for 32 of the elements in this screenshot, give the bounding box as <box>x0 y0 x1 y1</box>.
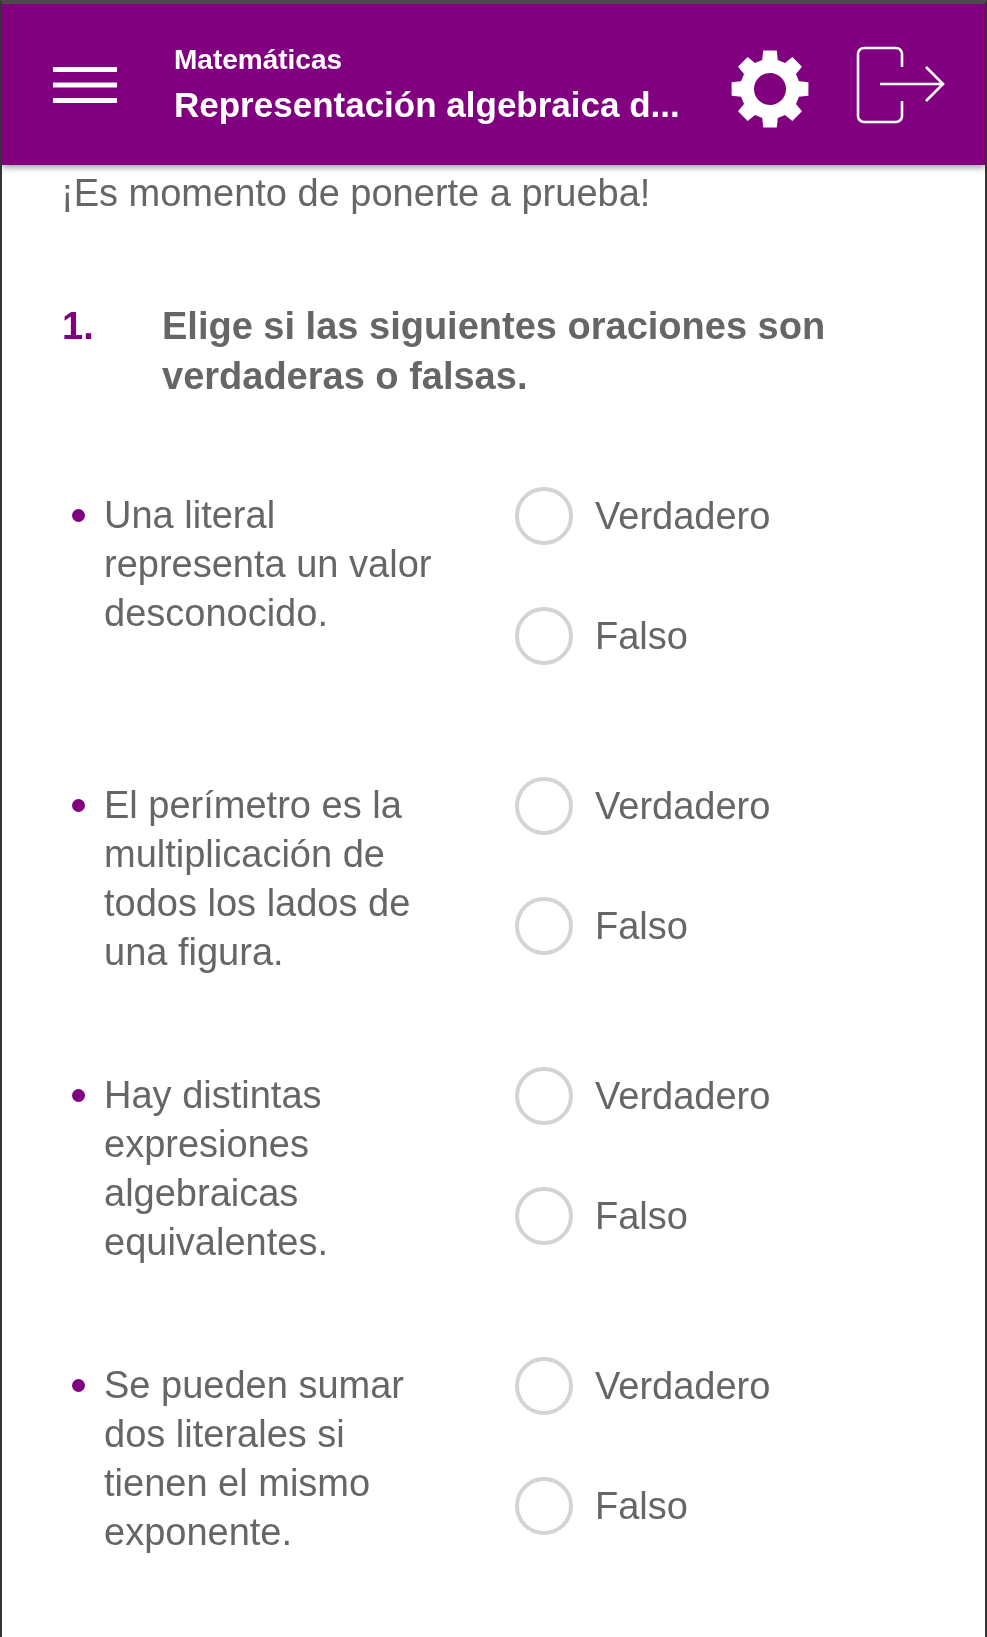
bullet-icon <box>72 799 85 812</box>
option-label[interactable]: Verdadero <box>595 487 771 545</box>
radio-button[interactable] <box>515 487 573 545</box>
bullet-icon <box>72 1379 85 1392</box>
question-text: Elige si las siguientes oraciones son verdaderas o falsas. <box>162 304 827 399</box>
menu-icon[interactable] <box>53 66 117 103</box>
radio-button[interactable] <box>515 897 573 955</box>
statement-text: El perímetro es la multiplicación de todos los lados de una figura. <box>104 783 412 975</box>
option-label[interactable]: Falso <box>595 1477 688 1535</box>
bullet-icon <box>72 1089 85 1102</box>
option-label[interactable]: Falso <box>595 897 688 955</box>
option-label[interactable]: Verdadero <box>595 777 771 835</box>
subject-title: Matemáticas <box>174 42 343 77</box>
lesson-title: Representación algebraica d... <box>174 83 680 126</box>
option-label[interactable]: Verdadero <box>595 1357 771 1415</box>
radio-button[interactable] <box>515 1187 573 1245</box>
option-label[interactable]: Falso <box>595 607 688 665</box>
radio-button[interactable] <box>515 1357 573 1415</box>
option-label[interactable]: Verdadero <box>595 1067 771 1125</box>
statement-text: Se pueden sumar dos literales si tienen el mismo exponente. <box>104 1363 405 1555</box>
exit-icon[interactable] <box>856 45 946 124</box>
statement-text: Hay distintas expresiones algebraicas equivalentes. <box>104 1073 329 1265</box>
radio-button[interactable] <box>515 1477 573 1535</box>
settings-icon[interactable] <box>731 49 809 128</box>
radio-button[interactable] <box>515 607 573 665</box>
radio-button[interactable] <box>515 777 573 835</box>
intro-text: ¡Es momento de ponerte a prueba! <box>61 171 652 216</box>
bullet-icon <box>72 509 85 522</box>
option-label[interactable]: Falso <box>595 1187 688 1245</box>
statement-text: Una literal representa un valor desconocido. <box>104 493 433 636</box>
question-number: 1. <box>62 304 94 349</box>
radio-button[interactable] <box>515 1067 573 1125</box>
